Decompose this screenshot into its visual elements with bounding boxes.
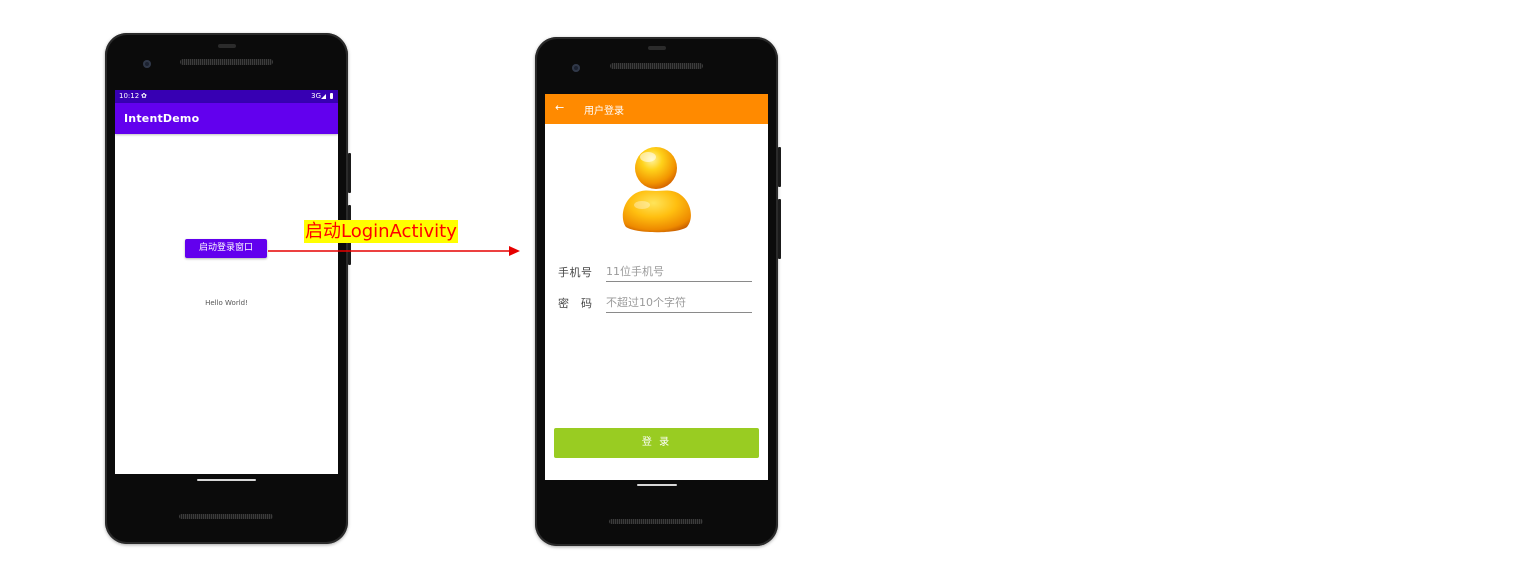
battery-icon	[330, 93, 333, 99]
status-bar: 10:12 ✿ 3G	[115, 90, 338, 103]
home-indicator	[637, 484, 677, 486]
password-input[interactable]	[606, 292, 752, 313]
bottom-speaker	[609, 519, 703, 524]
screen-intent-demo: 10:12 ✿ 3G IntentDemo 启动登录窗口 Hello World…	[115, 90, 338, 474]
user-avatar-icon	[622, 147, 691, 233]
sensor-slit	[218, 44, 236, 48]
app-bar: IntentDemo	[115, 103, 338, 134]
home-indicator	[197, 479, 256, 481]
password-label: 密 码	[558, 297, 593, 310]
hello-world-text: Hello World!	[205, 299, 248, 307]
earpiece-speaker	[180, 59, 273, 65]
phone-frame-left: 10:12 ✿ 3G IntentDemo 启动登录窗口 Hello World…	[105, 33, 351, 544]
phone-label: 手机号	[558, 266, 593, 279]
signal-icon	[321, 94, 326, 99]
arrowhead-icon	[509, 246, 520, 256]
phone-input[interactable]	[606, 261, 752, 282]
password-row: 密 码	[558, 292, 753, 313]
arrow-left-icon[interactable]: ←	[555, 101, 564, 114]
power-button	[778, 147, 781, 187]
app-title: IntentDemo	[124, 112, 200, 125]
volume-button	[778, 199, 781, 259]
gear-icon: ✿	[141, 92, 147, 100]
front-camera	[143, 60, 151, 68]
status-time: 10:12	[119, 92, 140, 100]
diagram-canvas: 10:12 ✿ 3G IntentDemo 启动登录窗口 Hello World…	[0, 0, 1532, 567]
login-button[interactable]: 登 录	[554, 428, 759, 458]
sensor-slit	[648, 46, 666, 50]
phone-frame-right: ← 用户登录 手机号 11位手机号 密 码 不超过10个字符 登 录	[535, 37, 781, 546]
login-title: 用户登录	[584, 106, 624, 117]
power-button	[348, 153, 351, 193]
status-network: 3G	[311, 92, 321, 100]
launch-login-button[interactable]: 启动登录窗口	[185, 239, 267, 258]
front-camera	[572, 64, 580, 72]
bottom-speaker	[179, 514, 273, 519]
login-toolbar: ← 用户登录	[545, 94, 768, 124]
phone-row: 手机号	[558, 261, 753, 282]
earpiece-speaker	[610, 63, 703, 69]
arrow-caption: 启动LoginActivity	[304, 220, 458, 243]
screen-login: ← 用户登录 手机号 11位手机号 密 码 不超过10个字符 登 录	[545, 94, 768, 480]
